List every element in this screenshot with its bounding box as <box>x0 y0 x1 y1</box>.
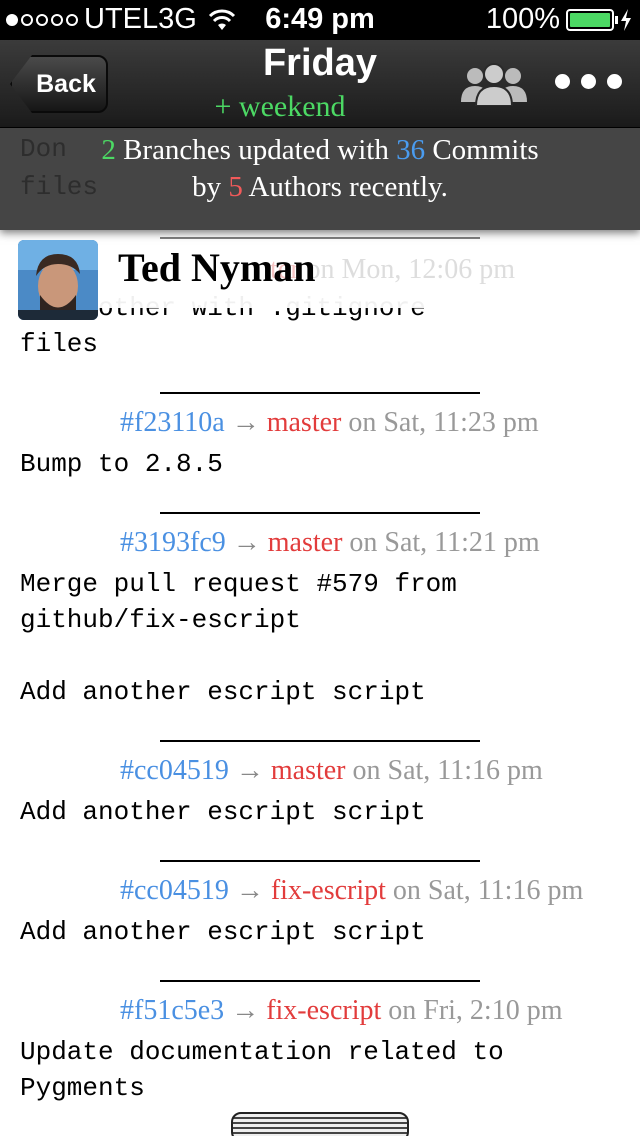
divider <box>160 980 480 982</box>
commit-message: Add another escript script <box>20 917 426 947</box>
people-group-icon[interactable] <box>459 62 529 106</box>
branch-link[interactable]: master <box>271 755 346 786</box>
commit-sha-link[interactable]: #cc04519 <box>120 875 229 906</box>
summary-text: Authors recently. <box>242 171 448 203</box>
arrow-icon: → <box>232 527 261 558</box>
branch-link[interactable]: master <box>267 407 342 438</box>
more-dots-icon[interactable] <box>555 74 622 89</box>
commit-count: 36 <box>396 134 426 166</box>
ghost-commit-text: files <box>20 172 99 202</box>
commit-message: files <box>20 329 99 359</box>
divider <box>160 512 480 514</box>
avatar-image <box>18 240 98 320</box>
commit-message: Update documentation related to Pygments <box>20 1037 504 1103</box>
commit-message: Add another escript script <box>20 797 426 827</box>
commit-meta: #f23110a → master on Sat, 11:23 pm <box>120 407 620 439</box>
author-name[interactable]: Ted Nyman <box>118 244 315 291</box>
commit-sha-link[interactable]: #3193fc9 <box>120 527 226 558</box>
arrow-icon: → <box>231 407 260 438</box>
divider <box>160 392 480 394</box>
commit-time: on Fri, 2:10 pm <box>381 995 563 1026</box>
battery-percent: 100% <box>485 3 560 35</box>
commit-time: on Sat, 11:16 pm <box>385 875 584 906</box>
battery-icon <box>566 8 618 31</box>
commit-time: on Sat, 11:23 pm <box>341 407 539 438</box>
commit-message: Bump to 2.8.5 <box>20 449 223 479</box>
branch-link[interactable]: master <box>268 527 343 558</box>
commit-meta: #3193fc9 → master on Sat, 11:21 pm <box>120 527 620 559</box>
commit-time: on Sat, 11:16 pm <box>345 755 543 786</box>
commit-meta: #cc04519 → fix-escript on Sat, 11:16 pm <box>120 875 620 907</box>
commit-meta: #f51c5e3 → fix-escript on Fri, 2:10 pm <box>120 995 620 1027</box>
commit-meta: #cc04519 → master on Sat, 11:16 pm <box>120 755 620 787</box>
branch-link[interactable]: fix-escript <box>271 875 386 906</box>
branch-count: 2 <box>101 134 116 166</box>
arrow-icon: → <box>235 755 264 786</box>
battery-group: 100% <box>486 3 632 36</box>
author-count: 5 <box>228 171 243 203</box>
navigation-bar: Back Friday + weekend <box>0 40 640 128</box>
commit-sha-link[interactable]: #f51c5e3 <box>120 995 224 1026</box>
divider <box>160 237 480 239</box>
arrow-icon: → <box>231 995 260 1026</box>
ghost-commit-text: Don <box>20 134 67 164</box>
arrow-icon: → <box>235 875 264 906</box>
summary-line-1: 2 Branches updated with 36 Commits <box>0 132 640 169</box>
faded-time: on Mon, 12:06 pm <box>299 254 515 285</box>
summary-text: by <box>192 171 229 203</box>
status-bar: UTEL3G 6:49 pm 100% <box>0 0 640 40</box>
commit-sha-link[interactable]: #cc04519 <box>120 755 229 786</box>
summary-text: Commits <box>425 134 539 166</box>
divider <box>160 740 480 742</box>
branch-link[interactable]: fix-escript <box>266 995 381 1026</box>
avatar[interactable] <box>18 240 98 320</box>
charging-icon <box>621 8 631 31</box>
commit-message: Merge pull request #579 from github/fix-… <box>20 569 457 707</box>
page-title: Friday <box>262 42 378 84</box>
summary-text: Branches updated with <box>115 134 397 166</box>
commit-time: on Sat, 11:21 pm <box>342 527 540 558</box>
divider <box>160 860 480 862</box>
pull-handle[interactable] <box>231 1112 409 1136</box>
commit-sha-link[interactable]: #f23110a <box>120 407 225 438</box>
